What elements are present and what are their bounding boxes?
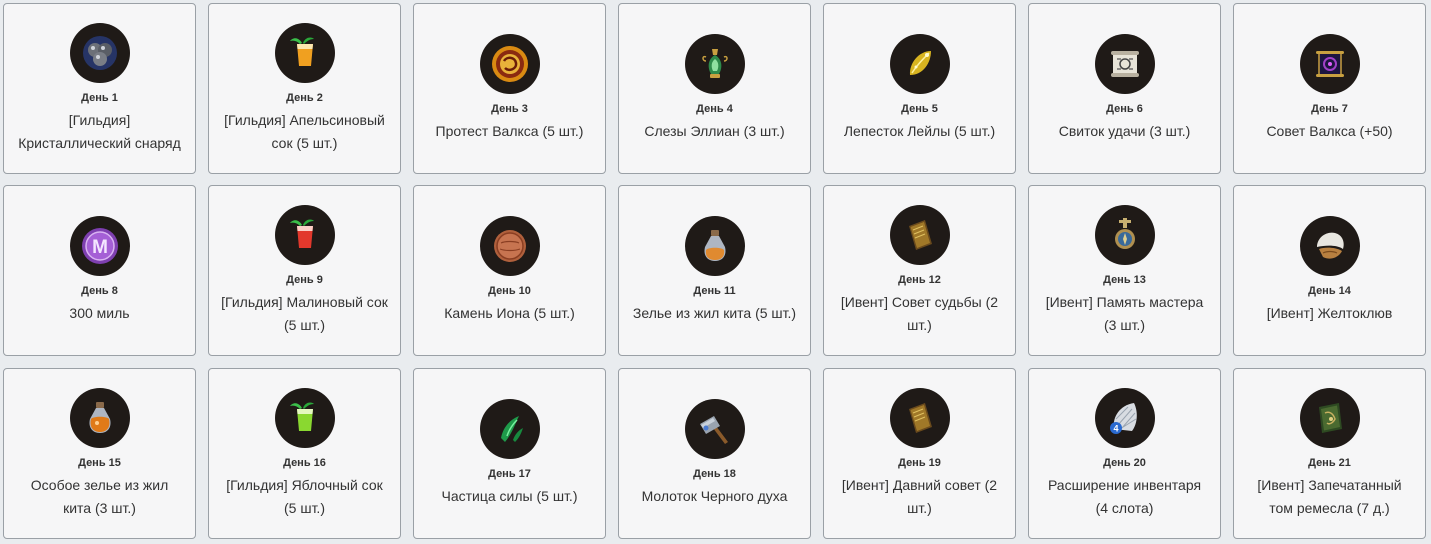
reward-day: День 18 [693,468,736,480]
reward-day: День 6 [1106,103,1143,115]
valks-advice-icon [1299,34,1360,94]
reward-card-day-2[interactable]: День 2 [Гильдия] Апельсиновый сок (5 шт.… [208,3,401,174]
ion-stone-icon [479,216,540,276]
reward-card-day-20[interactable]: 4 День 20 Расширение инвентаря (4 слота) [1028,368,1221,539]
valks-protest-icon [479,34,540,94]
black-spirit-hammer-icon [684,399,745,459]
reward-day: День 8 [81,285,118,297]
reward-card-day-10[interactable]: День 10 Камень Иона (5 шт.) [413,185,606,356]
reward-day: День 19 [898,456,941,469]
reward-name: Зелье из жил кита (5 шт.) [632,305,797,321]
reward-name: 300 миль [69,305,130,321]
reward-card-day-14[interactable]: День 14 [Ивент] Желтоклюв [1233,185,1426,356]
reward-name: [Гильдия] Кристаллический снаряд [18,111,181,151]
reward-day: День 20 [1103,456,1146,469]
sealed-craft-tome-icon [1299,387,1360,448]
daily-rewards-grid: День 1 [Гильдия] Кристаллический снаряд … [0,0,1431,544]
reward-name: Камень Иона (5 шт.) [444,305,575,321]
inventory-expansion-icon: 4 [1094,387,1155,448]
reward-card-day-12[interactable]: День 12 [Ивент] Совет судьбы (2 шт.) [823,185,1016,356]
reward-name: [Ивент] Давний совет (2 шт.) [841,476,998,516]
reward-day: День 12 [898,273,941,286]
reward-day: День 11 [693,285,736,297]
reward-name: Молоток Черного духа [641,488,788,504]
reward-name: Особое зелье из жил кита (3 шт.) [30,476,169,516]
reward-card-day-6[interactable]: День 6 Свиток удачи (3 шт.) [1028,3,1221,174]
reward-card-day-4[interactable]: День 4 Слезы Эллиан (3 шт.) [618,3,811,174]
orange-juice-icon [274,22,335,83]
old-advice-book-icon [889,387,950,448]
reward-card-day-15[interactable]: День 15 Особое зелье из жил кита (3 шт.) [3,368,196,539]
reward-name: [Ивент] Совет судьбы (2 шт.) [840,293,999,333]
reward-name: Частица силы (5 шт.) [441,488,578,504]
reward-day: День 7 [1311,103,1348,115]
reward-name: [Гильдия] Апельсиновый сок (5 шт.) [224,111,385,151]
reward-day: День 2 [286,91,323,104]
reward-day: День 21 [1308,456,1351,469]
reward-card-day-19[interactable]: День 19 [Ивент] Давний совет (2 шт.) [823,368,1016,539]
leila-petal-icon [889,34,950,94]
reward-day: День 16 [283,456,326,469]
reward-card-day-5[interactable]: День 5 Лепесток Лейлы (5 шт.) [823,3,1016,174]
reward-day: День 15 [78,456,121,469]
reward-name: Расширение инвентаря (4 слота) [1047,476,1202,516]
reward-day: День 17 [488,468,531,480]
reward-card-day-16[interactable]: День 16 [Гильдия] Яблочный сок (5 шт.) [208,368,401,539]
inventory-expansion-badge: 4 [1113,423,1118,433]
power-fragment-icon [479,399,540,459]
reward-name: Лепесток Лейлы (5 шт.) [843,123,996,139]
ellian-tears-icon [684,34,745,94]
reward-card-day-13[interactable]: День 13 [Ивент] Память мастера (3 шт.) [1028,185,1221,356]
raspberry-juice-icon [274,204,335,265]
reward-name: [Ивент] Запечатанный том ремесла (7 д.) [1257,476,1402,516]
reward-name: Свиток удачи (3 шт.) [1058,123,1191,139]
reward-name: [Гильдия] Малиновый сок (5 шт.) [221,293,388,333]
reward-day: День 3 [491,103,528,115]
mileage-coin-icon: M [69,216,130,276]
reward-name: Слезы Эллиан (3 шт.) [644,123,785,139]
reward-card-day-7[interactable]: День 7 Совет Валкса (+50) [1233,3,1426,174]
reward-name: [Ивент] Желтоклюв [1266,305,1393,321]
special-whale-potion-icon [69,387,130,448]
reward-card-day-11[interactable]: День 11 Зелье из жил кита (5 шт.) [618,185,811,356]
reward-card-day-9[interactable]: День 9 [Гильдия] Малиновый сок (5 шт.) [208,185,401,356]
reward-card-day-21[interactable]: День 21 [Ивент] Запечатанный том ремесла… [1233,368,1426,539]
reward-name: Совет Валкса (+50) [1266,123,1393,139]
reward-card-day-1[interactable]: День 1 [Гильдия] Кристаллический снаряд [3,3,196,174]
yellowbeak-icon [1299,216,1360,276]
svg-text:M: M [92,237,108,258]
luck-scroll-icon [1094,34,1155,94]
reward-card-day-3[interactable]: День 3 Протест Валкса (5 шт.) [413,3,606,174]
reward-card-day-17[interactable]: День 17 Частица силы (5 шт.) [413,368,606,539]
crystal-shot-icon [69,22,130,83]
reward-day: День 4 [696,103,733,115]
reward-day: День 9 [286,273,323,286]
whale-potion-icon [684,216,745,276]
reward-name: Протест Валкса (5 шт.) [435,123,584,139]
reward-day: День 14 [1308,285,1351,297]
reward-card-day-18[interactable]: День 18 Молоток Черного духа [618,368,811,539]
fate-advice-book-icon [889,204,950,265]
reward-day: День 10 [488,285,531,297]
master-memory-icon [1094,204,1155,265]
reward-day: День 13 [1103,273,1146,286]
reward-name: [Ивент] Память мастера (3 шт.) [1045,293,1204,333]
reward-card-day-8[interactable]: M День 8 300 миль [3,185,196,356]
apple-juice-icon [274,387,335,448]
reward-day: День 1 [81,91,118,104]
reward-name: [Гильдия] Яблочный сок (5 шт.) [226,476,383,516]
reward-day: День 5 [901,103,938,115]
